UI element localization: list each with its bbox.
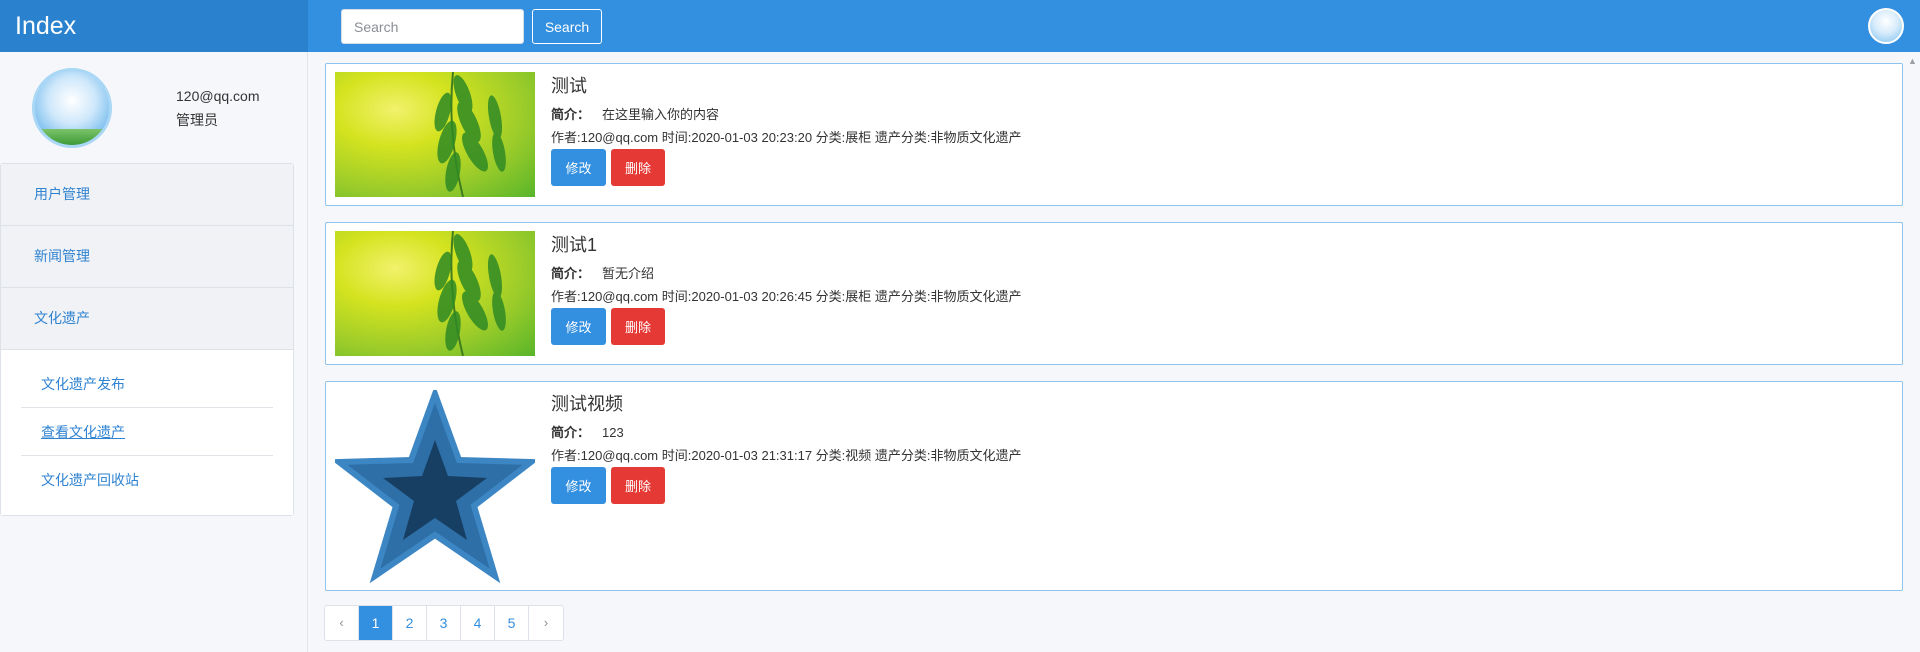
user-avatar-icon[interactable] <box>1868 8 1904 44</box>
submenu-item-recycle-bin[interactable]: 文化遗产回收站 <box>21 456 273 504</box>
scroll-up-icon[interactable]: ▲ <box>1908 56 1917 66</box>
profile-role: 管理员 <box>176 112 218 128</box>
item-title[interactable]: 测试视频 <box>551 390 623 416</box>
item-meta: 作者:120@qq.com 时间:2020-01-03 20:26:45 分类:… <box>551 289 1022 304</box>
item-intro: 简介： 123 <box>551 422 624 441</box>
leaf-image <box>335 231 535 356</box>
top-navbar: Index Search <box>0 0 1920 52</box>
item-meta: 作者:120@qq.com 时间:2020-01-03 21:31:17 分类:… <box>551 448 1022 463</box>
star-image <box>335 390 535 586</box>
pagination: ‹ 1 2 3 4 5 › <box>324 605 564 641</box>
edit-button[interactable]: 修改 <box>551 308 606 345</box>
submenu-item-view[interactable]: 查看文化遗产 <box>21 408 273 456</box>
edit-button[interactable]: 修改 <box>551 467 606 504</box>
sidebar: 120@qq.com 管理员 用户管理 新闻管理 文化遗产 文化遗产发布 查看文… <box>0 52 308 652</box>
page-button-4[interactable]: 4 <box>461 606 495 640</box>
edit-button[interactable]: 修改 <box>551 149 606 186</box>
sidebar-item-user-management[interactable]: 用户管理 <box>1 164 293 226</box>
list-item: 测试 简介： 在这里输入你的内容 作者:120@qq.com 时间:2020-01… <box>325 63 1903 206</box>
item-intro: 简介： 在这里输入你的内容 <box>551 104 719 123</box>
page-button-5[interactable]: 5 <box>495 606 529 640</box>
next-page-button[interactable]: › <box>529 606 563 640</box>
intro-label: 简介： <box>551 107 591 122</box>
search-button[interactable]: Search <box>532 9 602 44</box>
delete-button[interactable]: 删除 <box>611 467 665 504</box>
intro-text: 在这里输入你的内容 <box>602 107 720 122</box>
intro-text: 暂无介绍 <box>602 266 655 281</box>
submenu-item-publish[interactable]: 文化遗产发布 <box>21 360 273 408</box>
page-button-2[interactable]: 2 <box>393 606 427 640</box>
profile-avatar <box>32 68 112 148</box>
delete-button[interactable]: 删除 <box>611 308 665 345</box>
search-input[interactable] <box>341 9 524 44</box>
item-meta: 作者:120@qq.com 时间:2020-01-03 20:23:20 分类:… <box>551 130 1022 145</box>
item-title[interactable]: 测试 <box>551 72 587 98</box>
sidebar-item-news-management[interactable]: 新闻管理 <box>1 226 293 288</box>
list-item: 测试视频 简介： 123 作者:120@qq.com 时间:2020-01-03 … <box>325 381 1903 591</box>
list-item: 测试1 简介： 暂无介绍 作者:120@qq.com 时间:2020-01-03 … <box>325 222 1903 365</box>
profile-email: 120@qq.com <box>176 88 260 104</box>
intro-label: 简介： <box>551 266 591 281</box>
intro-text: 123 <box>602 425 624 440</box>
delete-button[interactable]: 删除 <box>611 149 665 186</box>
page-button-1[interactable]: 1 <box>359 606 393 640</box>
prev-page-button[interactable]: ‹ <box>325 606 359 640</box>
brand-title[interactable]: Index <box>0 0 308 52</box>
page-button-3[interactable]: 3 <box>427 606 461 640</box>
heritage-submenu: 文化遗产发布 查看文化遗产 文化遗产回收站 <box>1 350 293 515</box>
sidebar-menu: 用户管理 新闻管理 文化遗产 文化遗产发布 查看文化遗产 文化遗产回收站 <box>0 163 294 516</box>
item-title[interactable]: 测试1 <box>551 231 597 257</box>
item-intro: 简介： 暂无介绍 <box>551 263 654 282</box>
leaf-image <box>335 72 535 197</box>
sidebar-item-cultural-heritage[interactable]: 文化遗产 <box>1 288 293 350</box>
intro-label: 简介： <box>551 425 591 440</box>
